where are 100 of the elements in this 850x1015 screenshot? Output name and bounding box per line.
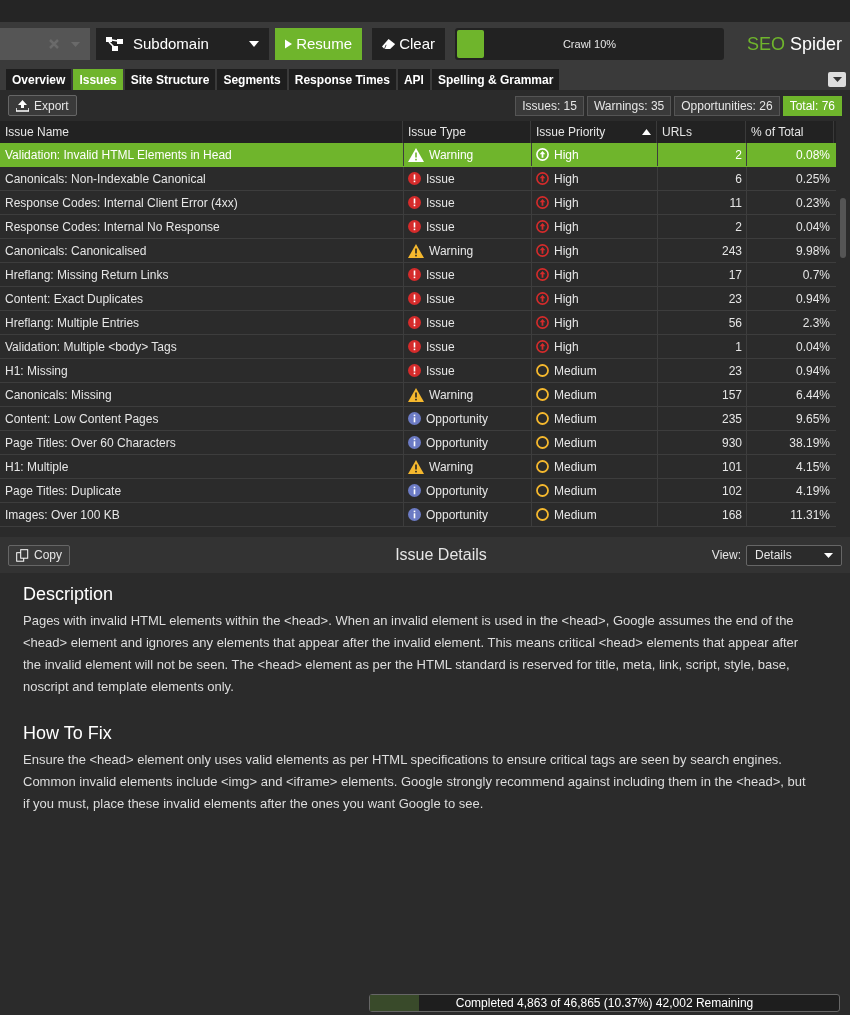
table-row[interactable]: H1: Multiple Warning Medium 101 4.15% (0, 455, 836, 479)
table-cell-text: Response Codes: Internal No Response (4, 218, 221, 236)
info-icon (408, 412, 421, 425)
table-row[interactable]: H1: Missing Issue Medium 23 0.94% (0, 359, 836, 383)
tab[interactable]: Segments (217, 69, 287, 90)
table-cell-text: Issue (426, 338, 455, 356)
crawl-progress-label: Crawl 10% (561, 36, 618, 52)
error-icon (408, 220, 421, 233)
table-cell-text: 23 (728, 290, 742, 308)
table-cell-text: 235 (721, 410, 742, 428)
table-cell-text: 0.94% (795, 362, 830, 380)
arrow-up-circle-icon (536, 220, 549, 233)
table-cell-text: 17 (728, 266, 742, 284)
table-cell-text: 0.04% (795, 338, 830, 356)
table-cell-text: 2 (735, 218, 742, 236)
logo-text: SEO (746, 32, 785, 56)
caret-icon (832, 77, 842, 82)
table-row[interactable]: Hreflang: Multiple Entries Issue High 56 2.3% (0, 311, 836, 335)
table-cell-text: Hreflang: Missing Return Links (4, 266, 170, 284)
table-row[interactable]: Response Codes: Internal Client Error (4xx) Issue High 11 0.23% (0, 191, 836, 215)
table-cell-text: 38.19% (789, 434, 830, 452)
tab[interactable]: Spelling & Grammar (431, 69, 560, 90)
table-row[interactable]: Canonicals: Canonicalised Warning High 243 9.98% (0, 239, 836, 263)
view-dropdown[interactable]: Details (746, 544, 842, 566)
table-row[interactable]: Canonicals: Non-Indexable Canonical Issue High 6 0.25% (0, 167, 836, 191)
table-row[interactable]: Content: Exact Duplicates Issue High 23 0.94% (0, 287, 836, 311)
table-cell-text: Issue (426, 362, 455, 380)
table-cell-text: 6.44% (795, 386, 830, 404)
table-cell-text: Warning (429, 458, 474, 476)
table-cell-text: H1: Missing (4, 362, 69, 380)
table-cell-text: Warning (429, 242, 474, 260)
table-cell-text: 101 (721, 458, 742, 476)
table-cell-text: Issue (426, 170, 455, 188)
table-cell-text: 0.04% (795, 218, 830, 236)
table-cell-text: Opportunity (426, 434, 489, 452)
error-icon (408, 364, 421, 377)
error-icon (408, 268, 421, 281)
warning-icon (408, 459, 424, 474)
info-icon (408, 484, 421, 497)
table-row[interactable]: Canonicals: Missing Warning Medium 157 6.44% (0, 383, 836, 407)
count-filter[interactable]: Opportunities: 26 (674, 95, 780, 116)
tab[interactable]: Site Structure (124, 69, 216, 90)
table-cell-text: Issue (426, 218, 455, 236)
error-icon (408, 340, 421, 353)
table-row[interactable]: Images: Over 100 KB Opportunity Medium 168 11.31% (0, 503, 836, 527)
arrow-up-circle-icon (536, 292, 549, 305)
circle-icon (536, 508, 549, 521)
table-cell-text: High (554, 242, 579, 260)
tab[interactable]: Overview (6, 69, 72, 90)
table-cell-text: 930 (721, 434, 742, 452)
table-row[interactable]: Page Titles: Over 60 Characters Opportunity Medium 930 38.19% (0, 431, 836, 455)
table-cell-text: Validation: Invalid HTML Elements in Head (4, 146, 233, 164)
tab[interactable]: API (397, 69, 430, 90)
table-cell-text: 168 (721, 506, 742, 524)
copy-button[interactable]: Copy (8, 544, 70, 566)
table-cell-text: 0.25% (795, 170, 830, 188)
info-icon (408, 436, 421, 449)
table-cell-text: 6 (735, 170, 742, 188)
view-label: View: (711, 547, 741, 564)
circle-icon (536, 460, 549, 473)
table-cell-text: 56 (728, 314, 742, 332)
panel-title: Issue Details (394, 545, 488, 565)
table-cell-text: Opportunity (426, 506, 489, 524)
table-cell-text: 11 (729, 194, 742, 212)
hierarchy-icon (106, 37, 123, 51)
table-cell-text: Issue (426, 266, 455, 284)
table-row[interactable]: Validation: Multiple <body> Tags Issue High 1 0.04% (0, 335, 836, 359)
arrow-up-circle-icon (536, 148, 549, 161)
table-row[interactable]: Page Titles: Duplicate Opportunity Medium 102 4.19% (0, 479, 836, 503)
table-cell-text: Medium (554, 410, 597, 428)
table-cell-text: Content: Low Content Pages (4, 410, 160, 428)
table-cell-text: High (554, 218, 579, 236)
export-button[interactable]: Export (8, 95, 77, 116)
table-cell-text: 0.94% (795, 290, 830, 308)
table-cell-text: Canonicals: Missing (4, 386, 113, 404)
circle-icon (536, 436, 549, 449)
mode-dropdown[interactable]: Subdomain (96, 28, 269, 60)
table-row[interactable]: Response Codes: Internal No Response Issue High 2 0.04% (0, 215, 836, 239)
table-cell-text: Validation: Multiple <body> Tags (4, 338, 178, 356)
crawl-status-label: Completed 4,863 of 46,865 (10.37%) 42,002 Remaining (454, 994, 755, 1012)
table-cell-text: High (554, 338, 579, 356)
tabs-menu-button[interactable] (828, 72, 846, 87)
table-row[interactable]: Content: Low Content Pages Opportunity Medium 235 9.65% (0, 407, 836, 431)
table-cell-text: 0.7% (802, 266, 830, 284)
table-cell-text: Issue (426, 194, 455, 212)
tab[interactable]: Response Times (288, 69, 396, 90)
count-filter[interactable]: Issues: 15 (515, 95, 584, 116)
table-cell-text: 4.19% (795, 482, 830, 500)
table-cell-text: Medium (554, 434, 597, 452)
table-cell-text: 102 (721, 482, 742, 500)
clear-button[interactable]: Clear (372, 28, 445, 60)
section-text: Pages with invalid HTML elements within the <head>. When an invalid element is used in the <head>, Google assumes the end of the <head> element and ignores any elements that appear after the invalid element. This means critical <head> elements that appear after the invalid element will not be seen. The <head> element as per the HTML standard is reserved for title, meta, link, script, style, base, noscript and template elements only. (23, 612, 800, 696)
table-cell-text: Opportunity (426, 482, 489, 500)
section-heading: How To Fix (23, 722, 113, 745)
table-row[interactable]: Hreflang: Missing Return Links Issue High 17 0.7% (0, 263, 836, 287)
table-cell-text: 2.3% (802, 314, 830, 332)
table-cell-text: High (554, 146, 579, 164)
arrow-up-circle-icon (536, 172, 549, 185)
count-filter[interactable]: Warnings: 35 (586, 95, 672, 116)
arrow-up-circle-icon (536, 316, 549, 329)
